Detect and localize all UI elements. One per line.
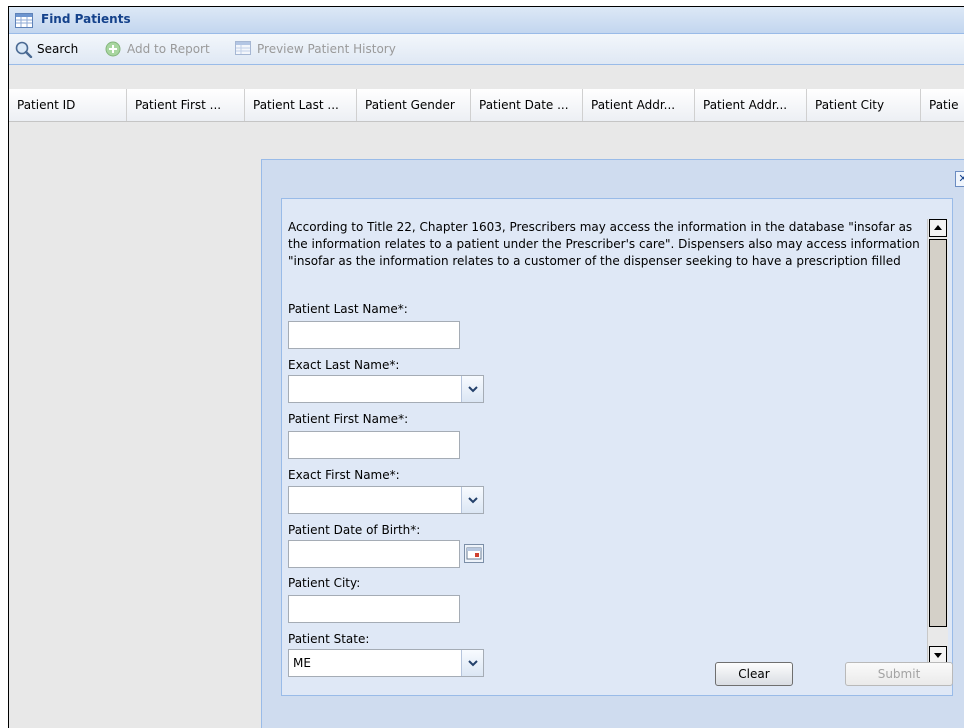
column-patient-city[interactable]: Patient City [807, 89, 921, 121]
search-label: Search [37, 42, 79, 56]
access-notice: According to Title 22, Chapter 1603, Pre… [288, 220, 920, 268]
scroll-thumb[interactable] [929, 239, 947, 627]
toolbar: Search Add to Report Preview Patient His… [9, 34, 964, 65]
search-icon [15, 41, 33, 58]
scroll-up-button[interactable] [929, 219, 947, 237]
column-patient-last[interactable]: Patient Last ... [245, 89, 357, 121]
grid-column-headers: Patient ID Patient First ... Patient Las… [9, 89, 964, 122]
city-label: Patient City: [288, 576, 361, 590]
column-patient-address-2[interactable]: Patient Addr... [695, 89, 807, 121]
exact-first-name-label: Exact First Name*: [288, 468, 400, 482]
exact-last-name-select[interactable] [288, 375, 484, 403]
state-value: ME [293, 656, 311, 670]
last-name-label: Patient Last Name*: [288, 302, 408, 316]
find-patients-panel: Find Patients Search Add to Report Previ… [8, 6, 964, 728]
triangle-down-icon [934, 653, 942, 658]
column-patient-dob[interactable]: Patient Date ... [471, 89, 583, 121]
dob-field [288, 540, 496, 568]
form-scrollbar[interactable] [927, 219, 948, 664]
add-to-report-label: Add to Report [127, 42, 210, 56]
exact-last-name-label: Exact Last Name*: [288, 358, 400, 372]
last-name-input[interactable] [288, 321, 460, 349]
column-patient-gender[interactable]: Patient Gender [357, 89, 471, 121]
panel-header: Find Patients [9, 7, 964, 34]
grid-icon [235, 41, 251, 55]
close-button[interactable]: ✕ [955, 171, 964, 187]
triangle-up-icon [934, 225, 942, 230]
panel-title: Find Patients [41, 12, 131, 26]
dob-label: Patient Date of Birth*: [288, 523, 421, 537]
add-to-report-button[interactable]: Add to Report [105, 40, 237, 58]
dialog-form-area: According to Title 22, Chapter 1603, Pre… [281, 198, 953, 696]
column-patient-address-1[interactable]: Patient Addr... [583, 89, 695, 121]
close-icon: ✕ [958, 172, 964, 185]
add-icon [105, 41, 121, 57]
column-patient-id[interactable]: Patient ID [9, 89, 127, 121]
dob-input[interactable] [288, 540, 460, 568]
search-dialog: ✕ According to Title 22, Chapter 1603, P… [261, 159, 964, 728]
grid-icon [15, 13, 33, 28]
clear-button[interactable]: Clear [715, 662, 793, 686]
preview-history-label: Preview Patient History [257, 42, 396, 56]
search-button[interactable]: Search [15, 40, 99, 58]
chevron-down-icon[interactable] [461, 650, 483, 676]
state-select[interactable]: ME [288, 649, 484, 677]
exact-first-name-select[interactable] [288, 486, 484, 514]
chevron-down-icon[interactable] [461, 487, 483, 513]
calendar-icon[interactable] [464, 544, 484, 563]
column-patient-first[interactable]: Patient First ... [127, 89, 245, 121]
city-input[interactable] [288, 595, 460, 623]
state-label: Patient State: [288, 632, 370, 646]
first-name-label: Patient First Name*: [288, 412, 409, 426]
preview-history-button[interactable]: Preview Patient History [235, 40, 435, 58]
first-name-input[interactable] [288, 431, 460, 459]
chevron-down-icon[interactable] [461, 376, 483, 402]
submit-button[interactable]: Submit [845, 662, 953, 686]
column-patient-more[interactable]: Patie [921, 89, 964, 121]
